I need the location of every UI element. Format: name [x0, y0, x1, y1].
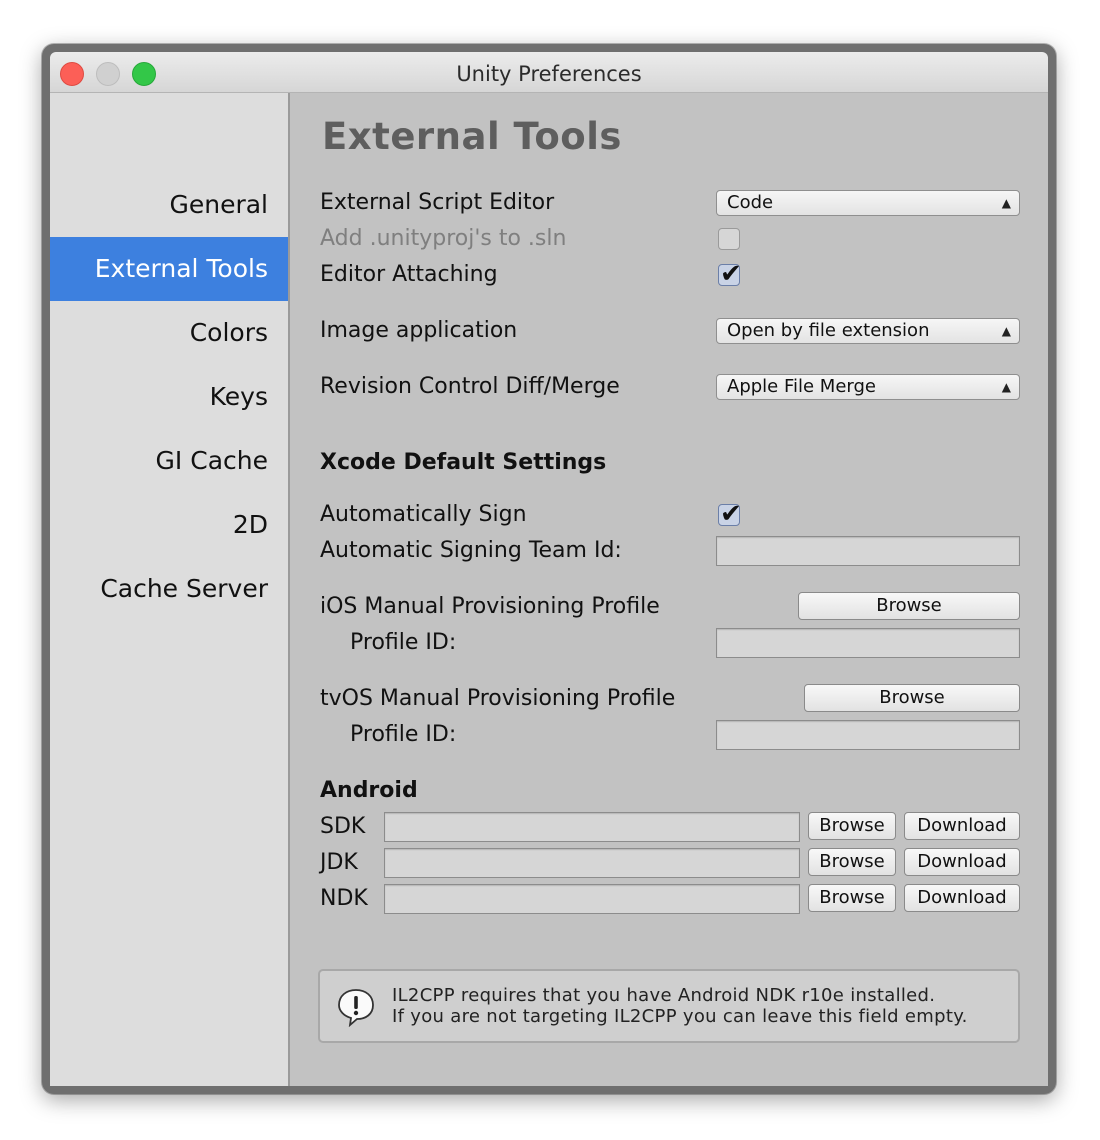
ndk-label: NDK: [320, 886, 368, 911]
ios-profile-id-label: Profile ID:: [350, 630, 457, 655]
add-unityproj-checkbox[interactable]: [718, 228, 740, 250]
dropdown-arrows-icon: ▲: [1001, 380, 1011, 394]
android-section-heading: Android: [320, 778, 418, 803]
editor-attaching-checkbox[interactable]: ✔: [718, 259, 742, 289]
help-message-line-1: IL2CPP requires that you have Android ND…: [392, 985, 936, 1006]
revision-control-label: Revision Control Diff/Merge: [320, 374, 620, 399]
ndk-path-field[interactable]: [384, 884, 800, 914]
image-application-value: Open by file extension: [727, 320, 930, 341]
jdk-path-field[interactable]: [384, 848, 800, 878]
revision-control-dropdown[interactable]: Apple File Merge ▲: [716, 374, 1020, 400]
automatically-sign-label: Automatically Sign: [320, 502, 527, 527]
sdk-path-field[interactable]: [384, 812, 800, 842]
dropdown-arrows-icon: ▲: [1001, 196, 1011, 210]
checkmark-icon: ✔: [720, 499, 742, 529]
tvos-profile-id-label: Profile ID:: [350, 722, 457, 747]
help-message: IL2CPP requires that you have Android ND…: [392, 985, 968, 1027]
team-id-field[interactable]: [716, 536, 1020, 566]
ndk-download-button[interactable]: Download: [904, 884, 1020, 912]
editor-attaching-label: Editor Attaching: [320, 262, 498, 287]
jdk-browse-button[interactable]: Browse: [808, 848, 896, 876]
sdk-label: SDK: [320, 814, 366, 839]
help-message-line-2: If you are not targeting IL2CPP you can …: [392, 1006, 968, 1027]
jdk-label: JDK: [320, 850, 358, 875]
ios-profile-browse-button[interactable]: Browse: [798, 592, 1020, 620]
add-unityproj-label: Add .unityproj's to .sln: [320, 226, 567, 251]
preferences-content: External Tools External Script Editor Co…: [290, 93, 1048, 1086]
il2cpp-help-box: IL2CPP requires that you have Android ND…: [318, 969, 1020, 1043]
sdk-browse-button[interactable]: Browse: [808, 812, 896, 840]
xcode-section-heading: Xcode Default Settings: [320, 450, 607, 475]
tvos-profile-browse-button[interactable]: Browse: [804, 684, 1020, 712]
ios-profile-id-field[interactable]: [716, 628, 1020, 658]
sidebar-item-gi-cache[interactable]: GI Cache: [50, 429, 288, 493]
jdk-download-button[interactable]: Download: [904, 848, 1020, 876]
sidebar-item-cache-server[interactable]: Cache Server: [50, 557, 288, 621]
external-script-editor-value: Code: [727, 192, 774, 213]
sidebar-item-2d[interactable]: 2D: [50, 493, 288, 557]
preferences-window: Unity Preferences General External Tools…: [42, 44, 1056, 1094]
team-id-label: Automatic Signing Team Id:: [320, 538, 622, 563]
ndk-browse-button[interactable]: Browse: [808, 884, 896, 912]
page-title: External Tools: [322, 115, 622, 158]
tvos-profile-label: tvOS Manual Provisioning Profile: [320, 686, 676, 711]
checkmark-icon: ✔: [720, 259, 742, 289]
image-application-dropdown[interactable]: Open by file extension ▲: [716, 318, 1020, 344]
image-application-label: Image application: [320, 318, 518, 343]
sidebar-item-colors[interactable]: Colors: [50, 301, 288, 365]
warning-info-icon: [338, 989, 374, 1027]
window-title: Unity Preferences: [456, 62, 642, 86]
title-bar: Unity Preferences: [50, 52, 1048, 93]
revision-control-value: Apple File Merge: [727, 376, 876, 397]
automatically-sign-checkbox[interactable]: ✔: [718, 499, 742, 529]
sdk-download-button[interactable]: Download: [904, 812, 1020, 840]
ios-profile-label: iOS Manual Provisioning Profile: [320, 594, 660, 619]
tvos-profile-id-field[interactable]: [716, 720, 1020, 750]
external-script-editor-label: External Script Editor: [320, 190, 555, 215]
external-script-editor-dropdown[interactable]: Code ▲: [716, 190, 1020, 216]
sidebar: General External Tools Colors Keys GI Ca…: [50, 93, 290, 1086]
dropdown-arrows-icon: ▲: [1001, 324, 1011, 338]
sidebar-item-keys[interactable]: Keys: [50, 365, 288, 429]
sidebar-item-external-tools[interactable]: External Tools: [50, 237, 288, 301]
sidebar-item-general[interactable]: General: [50, 173, 288, 237]
